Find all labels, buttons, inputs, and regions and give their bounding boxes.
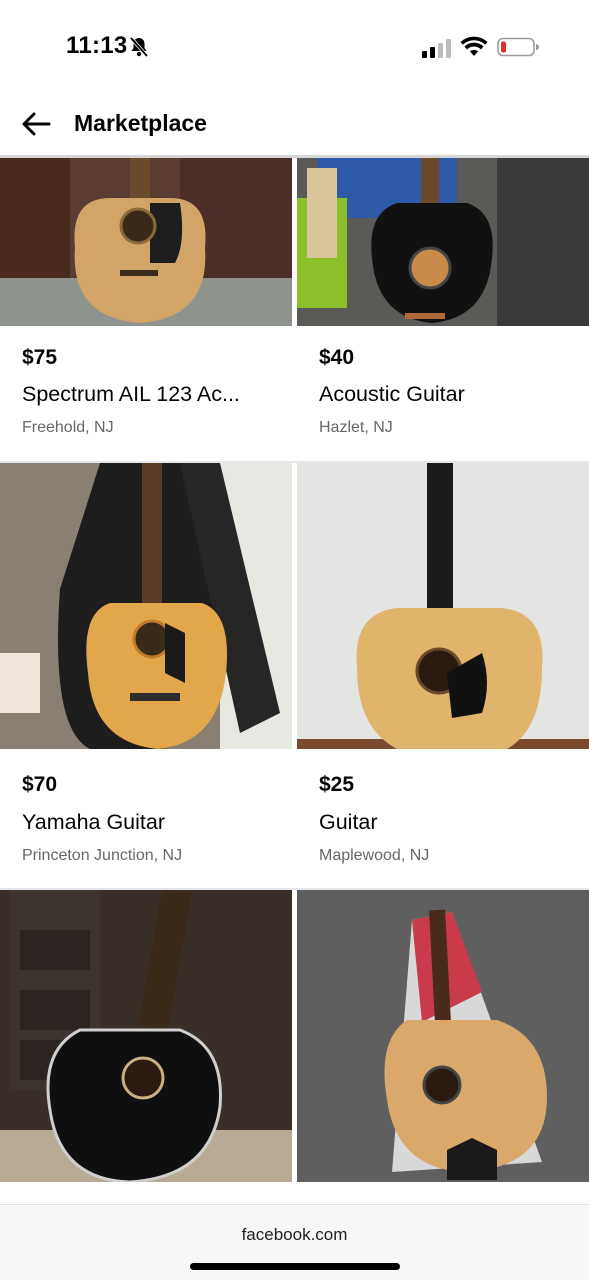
listing-price: $40	[319, 346, 355, 369]
listing-photo	[297, 890, 589, 1182]
listing-card[interactable]: $40 Acoustic Guitar Hazlet, NJ	[297, 158, 589, 436]
app-header: Marketplace	[0, 96, 589, 156]
listing-price: $70	[22, 773, 58, 796]
listing-photo	[297, 158, 589, 326]
back-button[interactable]	[18, 106, 54, 142]
home-indicator[interactable]	[190, 1263, 400, 1270]
listing-location: Freehold, NJ	[22, 419, 114, 436]
listing-card[interactable]: $75 Spectrum AIL 123 Ac... Freehold, NJ	[0, 158, 292, 436]
listing-photo	[0, 158, 292, 326]
status-time: 11:13	[66, 32, 128, 59]
listing-card[interactable]: $70 Yamaha Guitar Princeton Junction, NJ	[0, 463, 292, 864]
status-bar: 11:13	[0, 0, 589, 96]
browser-footer: facebook.com	[0, 1204, 589, 1280]
listing-location: Princeton Junction, NJ	[22, 847, 183, 864]
url-label[interactable]: facebook.com	[0, 1225, 589, 1245]
listing-price: $25	[319, 773, 355, 796]
listing-price: $75	[22, 346, 58, 369]
listing-card[interactable]	[0, 888, 292, 1187]
listing-title: Guitar	[319, 810, 378, 834]
arrow-left-icon	[22, 112, 51, 136]
listing-photo	[0, 888, 292, 1184]
listing-location: Maplewood, NJ	[319, 847, 430, 864]
page-title: Marketplace	[74, 110, 207, 136]
listing-photo	[297, 463, 589, 749]
battery-icon	[497, 37, 539, 57]
listing-photo	[0, 463, 292, 749]
listing-title: Acoustic Guitar	[319, 382, 465, 406]
listing-title: Yamaha Guitar	[22, 810, 166, 834]
listing-title: Spectrum AIL 123 Ac...	[22, 382, 240, 406]
wifi-icon	[460, 36, 488, 56]
cellular-signal-icon	[422, 39, 451, 58]
listing-location: Hazlet, NJ	[319, 419, 393, 436]
listing-card[interactable]	[297, 890, 589, 1187]
bell-muted-icon	[129, 36, 149, 58]
listing-card[interactable]: $25 Guitar Maplewood, NJ	[297, 463, 589, 864]
